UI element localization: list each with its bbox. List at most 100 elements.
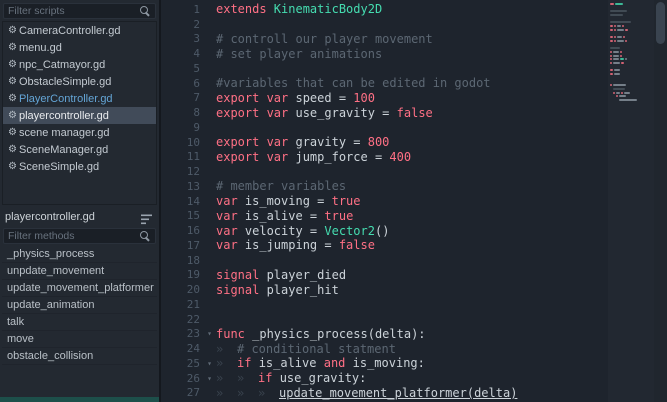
code-line[interactable]: 8 export var use_gravity = false xyxy=(161,105,608,120)
script-item[interactable]: ⚙ CameraController.gd xyxy=(3,22,156,39)
code-line[interactable]: 1 extends KinematicBody2D xyxy=(161,2,608,17)
filter-methods-box xyxy=(3,228,156,244)
line-number: 11 xyxy=(186,150,200,164)
filter-methods-input[interactable] xyxy=(4,230,140,242)
line-number: 18 xyxy=(186,253,200,267)
bottom-panel-edge xyxy=(0,397,159,402)
code-line[interactable]: 25 ▾» if is_alive and is_moving: xyxy=(161,356,608,371)
line-number: 23 xyxy=(186,327,200,341)
code-line[interactable]: 5 xyxy=(161,61,608,76)
code-line[interactable]: 27»»» update_movement_platformer(delta) xyxy=(161,386,608,401)
indent-guide: » xyxy=(237,371,245,386)
gdscript-icon: ⚙ xyxy=(8,59,17,70)
line-number: 8 xyxy=(193,106,200,120)
code-line[interactable]: 21 xyxy=(161,297,608,312)
script-item[interactable]: ⚙ menu.gd xyxy=(3,39,156,56)
code-line[interactable]: 12 xyxy=(161,164,608,179)
code-text: var is_jumping = false xyxy=(216,238,375,253)
line-number: 24 xyxy=(186,342,200,356)
gdscript-icon: ⚙ xyxy=(8,144,17,155)
line-number: 12 xyxy=(186,165,200,179)
indent-guide: » xyxy=(216,341,224,356)
gdscript-icon: ⚙ xyxy=(8,110,17,121)
method-item[interactable]: update_animation xyxy=(2,297,157,314)
search-icon xyxy=(140,5,151,17)
line-number: 17 xyxy=(186,238,200,252)
script-item[interactable]: ⚙ playercontroller.gd xyxy=(3,107,156,124)
code-line[interactable]: 10 export var gravity = 800 xyxy=(161,135,608,150)
code-line[interactable]: 22 xyxy=(161,312,608,327)
current-script-row: playercontroller.gd xyxy=(2,207,157,227)
scrollbar-thumb[interactable] xyxy=(656,2,665,44)
code-text: signal player_hit xyxy=(216,282,339,297)
script-name: ObstacleSimple.gd xyxy=(19,75,112,88)
line-number: 6 xyxy=(193,76,200,90)
script-item[interactable]: ⚙ scene manager.gd xyxy=(3,124,156,141)
filter-scripts-box xyxy=(3,3,156,19)
godot-script-editor: ⚙CameraController.gd⚙menu.gd⚙npc_Catmayo… xyxy=(0,0,667,402)
code-text: # member variables xyxy=(216,179,347,194)
code-line[interactable]: 3 # controll our player movement xyxy=(161,32,608,47)
code-line[interactable]: 19 signal player_died xyxy=(161,268,608,283)
minimap-marks xyxy=(610,3,652,101)
script-name: npc_Catmayor.gd xyxy=(19,58,106,71)
fold-arrow-icon[interactable]: ▾ xyxy=(203,374,216,383)
sort-methods-icon[interactable] xyxy=(141,212,154,224)
code-line[interactable]: 26 ▾»» if use_gravity: xyxy=(161,371,608,386)
line-number: 4 xyxy=(193,47,200,61)
code-line[interactable]: 16 var velocity = Vector2() xyxy=(161,223,608,238)
script-item[interactable]: ⚙ ObstacleSimple.gd xyxy=(3,73,156,90)
code-line[interactable]: 7 export var speed = 100 xyxy=(161,91,608,106)
script-list: ⚙ CameraController.gd ⚙ menu.gd ⚙ npc_Catmayo… xyxy=(2,21,157,205)
code-line[interactable]: 11 export var jump_force = 400 xyxy=(161,150,608,165)
fold-arrow-icon[interactable]: ▾ xyxy=(203,329,216,338)
code-line[interactable]: 20 signal player_hit xyxy=(161,282,608,297)
filter-scripts-input[interactable] xyxy=(4,5,140,17)
fold-arrow-icon[interactable]: ▾ xyxy=(203,359,216,368)
method-item[interactable]: update_movement_platformer xyxy=(2,280,157,297)
method-item[interactable]: unpdate_movement xyxy=(2,263,157,280)
search-icon xyxy=(140,230,151,242)
indent-guide: » xyxy=(258,385,266,400)
code-text: # controll our player movement xyxy=(216,31,433,46)
line-number: 21 xyxy=(186,297,200,311)
code-text: extends KinematicBody2D xyxy=(216,2,383,17)
method-item[interactable]: obstacle_collision xyxy=(2,348,157,365)
method-list: _physics_process unpdate_movement update_m… xyxy=(2,246,157,402)
code-text: func _physics_process(delta): xyxy=(216,326,426,341)
code-text: »» if use_gravity: xyxy=(216,371,367,386)
method-item[interactable]: talk xyxy=(2,314,157,331)
code-line[interactable]: 4 # set player animations xyxy=(161,46,608,61)
code-text: export var jump_force = 400 xyxy=(216,149,412,164)
method-item[interactable]: move xyxy=(2,331,157,348)
line-number: 7 xyxy=(193,91,200,105)
script-name: CameraController.gd xyxy=(19,24,121,37)
line-number: 5 xyxy=(193,61,200,75)
script-item[interactable]: ⚙ SceneManager.gd xyxy=(3,141,156,158)
method-item[interactable]: _physics_process xyxy=(2,246,157,263)
script-item[interactable]: ⚙ SceneSimple.gd xyxy=(3,158,156,175)
code-line[interactable]: 24 » # conditional statment xyxy=(161,341,608,356)
scripts-panel: ⚙CameraController.gd⚙menu.gd⚙npc_Catmayo… xyxy=(0,0,161,402)
code-line[interactable]: 9 xyxy=(161,120,608,135)
code-line[interactable]: 17 var is_jumping = false xyxy=(161,238,608,253)
code-text: export var gravity = 800 xyxy=(216,135,390,150)
code-line[interactable]: 6 #variables that can be edited in godot xyxy=(161,76,608,91)
code-line[interactable]: 15 var is_alive = true xyxy=(161,209,608,224)
vertical-scrollbar[interactable] xyxy=(654,0,667,402)
script-item[interactable]: ⚙ npc_Catmayor.gd xyxy=(3,56,156,73)
script-item[interactable]: ⚙ PlayerController.gd xyxy=(3,90,156,107)
script-name: PlayerController.gd xyxy=(19,92,113,105)
code-line[interactable]: 13 # member variables xyxy=(161,179,608,194)
code-line[interactable]: 14 var is_moving = true xyxy=(161,194,608,209)
code-text: export var speed = 100 xyxy=(216,90,375,105)
line-number: 25 xyxy=(186,356,200,370)
indent-guide: » xyxy=(237,385,245,400)
current-script-label: playercontroller.gd xyxy=(5,211,95,223)
code-line[interactable]: 18 xyxy=(161,253,608,268)
script-name: menu.gd xyxy=(19,41,62,54)
code-line[interactable]: 23 ▾ func _physics_process(delta): xyxy=(161,327,608,342)
code-line[interactable]: 2 xyxy=(161,17,608,32)
minimap[interactable] xyxy=(608,0,654,402)
code-text: var velocity = Vector2() xyxy=(216,223,390,238)
